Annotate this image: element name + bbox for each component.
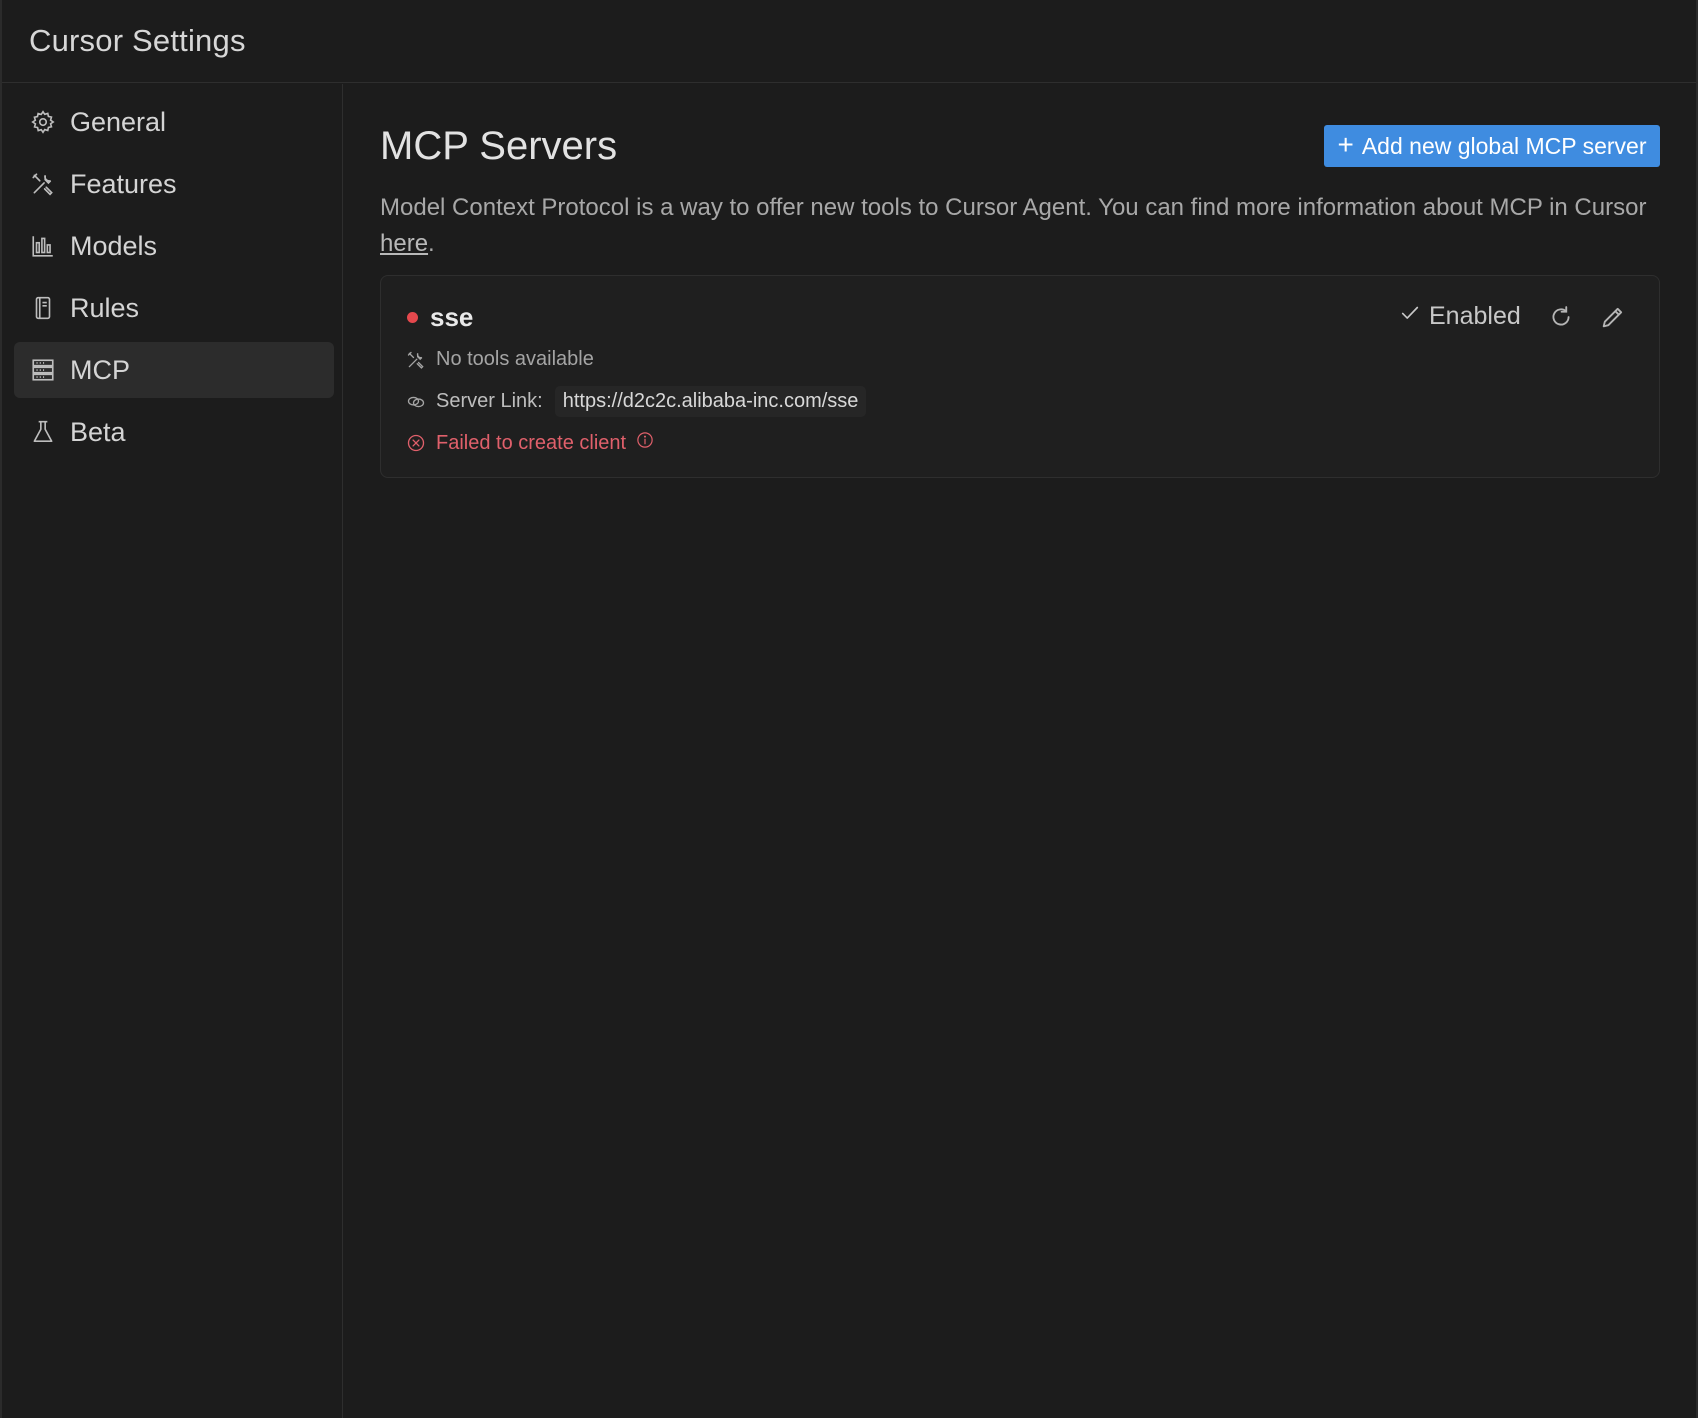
sidebar-item-label: General (70, 106, 167, 137)
add-mcp-server-label: Add new global MCP server (1361, 132, 1647, 159)
description-text: Model Context Protocol is a way to offer… (380, 194, 1647, 221)
plus-icon: + (1337, 128, 1354, 160)
flask-icon (30, 419, 56, 445)
page-title: MCP Servers (380, 124, 618, 168)
tools-icon (406, 350, 426, 370)
error-text: Failed to create client (436, 431, 627, 454)
status-dot (407, 312, 418, 323)
server-icon (30, 357, 56, 383)
error-icon (406, 433, 426, 453)
edit-button[interactable] (1599, 303, 1627, 331)
main-panel: MCP Servers + Add new global MCP server … (344, 84, 1696, 1418)
sidebar-item-beta[interactable]: Beta (14, 404, 334, 460)
server-link-row: Server Link: https://d2c2c.alibaba-inc.c… (406, 386, 867, 417)
sidebar-item-general[interactable]: General (14, 94, 334, 150)
window-title: Cursor Settings (29, 23, 246, 58)
docs-link[interactable]: here (380, 230, 428, 257)
tools-icon (30, 171, 56, 197)
gear-icon (30, 109, 56, 135)
sidebar-item-rules[interactable]: Rules (14, 280, 334, 336)
sidebar-item-label: MCP (70, 354, 130, 385)
sidebar: General Features Models Rules MCP Beta (2, 84, 343, 1418)
info-icon[interactable] (636, 431, 654, 455)
server-url[interactable]: https://d2c2c.alibaba-inc.com/sse (554, 386, 867, 417)
sidebar-item-label: Beta (70, 416, 126, 447)
add-mcp-server-button[interactable]: + Add new global MCP server (1324, 125, 1660, 167)
bar-chart-icon (30, 233, 56, 259)
link-icon (406, 392, 426, 412)
tools-text: No tools available (436, 348, 594, 370)
settings-window: Cursor Settings General Features Models … (0, 0, 1698, 1418)
sidebar-item-mcp[interactable]: MCP (14, 342, 334, 398)
refresh-button[interactable] (1547, 303, 1575, 331)
sidebar-item-label: Features (70, 168, 177, 199)
refresh-icon (1547, 306, 1575, 335)
mcp-server-card: sse Enabled No tools available Server Li… (380, 275, 1660, 478)
description-suffix: . (428, 230, 435, 257)
book-icon (30, 295, 56, 321)
tools-status: No tools available (406, 348, 594, 371)
sidebar-item-models[interactable]: Models (14, 218, 334, 274)
enabled-label: Enabled (1429, 302, 1521, 330)
server-link-label: Server Link: (436, 390, 543, 412)
sidebar-item-features[interactable]: Features (14, 156, 334, 212)
pencil-icon (1599, 307, 1627, 335)
server-name: sse (430, 302, 474, 332)
error-message: Failed to create client (406, 431, 654, 455)
sidebar-item-label: Models (70, 230, 158, 261)
enabled-toggle[interactable]: Enabled (1399, 302, 1521, 331)
page-description: Model Context Protocol is a way to offer… (380, 190, 1680, 262)
title-bar: Cursor Settings (2, 0, 1696, 83)
sidebar-item-label: Rules (70, 292, 140, 323)
check-icon (1399, 302, 1421, 331)
